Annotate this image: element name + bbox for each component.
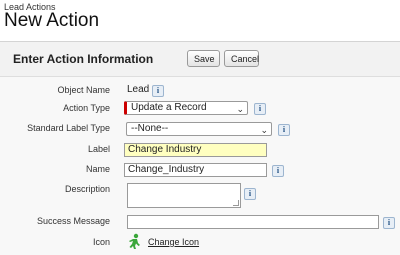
panel-header: Enter Action Information Save Cancel xyxy=(0,42,400,77)
object-name-value: Lead xyxy=(127,84,150,95)
icon-label: Icon xyxy=(92,237,110,247)
success-message-label: Success Message xyxy=(36,216,110,226)
success-message-info-icon[interactable]: i xyxy=(383,217,395,229)
standard-label-type-value: --None-- xyxy=(131,123,169,134)
chevron-down-icon: ⌄ xyxy=(260,125,268,135)
standard-label-type-info-icon[interactable]: i xyxy=(278,124,290,136)
object-name-info-icon[interactable]: i xyxy=(152,85,164,97)
change-icon-link[interactable]: Change Icon xyxy=(148,237,199,247)
description-textarea[interactable] xyxy=(127,183,241,208)
save-button[interactable]: Save xyxy=(187,50,220,67)
action-person-icon xyxy=(129,233,140,249)
label-input[interactable]: Change Industry xyxy=(124,143,267,157)
success-message-input[interactable] xyxy=(127,215,379,229)
cancel-button[interactable]: Cancel xyxy=(224,50,259,67)
description-info-icon[interactable]: i xyxy=(244,188,256,200)
object-name-label: Object Name xyxy=(57,85,110,95)
description-label: Description xyxy=(64,184,110,194)
chevron-down-icon: ⌄ xyxy=(236,104,244,114)
resize-handle[interactable] xyxy=(233,200,239,206)
label-field-label: Label xyxy=(87,144,110,154)
action-type-label: Action Type xyxy=(63,103,110,113)
name-field-label: Name xyxy=(85,164,110,174)
page-title: New Action xyxy=(4,10,100,31)
name-input[interactable]: Change_Industry xyxy=(124,163,267,177)
standard-label-type-label: Standard Label Type xyxy=(27,123,110,133)
action-type-select[interactable]: Update a Record ⌄ xyxy=(124,101,248,115)
action-form-panel: Enter Action Information Save Cancel Obj… xyxy=(0,41,400,255)
name-info-icon[interactable]: i xyxy=(272,165,284,177)
panel-title: Enter Action Information xyxy=(13,52,154,66)
standard-label-type-select[interactable]: --None-- ⌄ xyxy=(126,122,272,136)
action-type-value: Update a Record xyxy=(131,102,207,113)
action-type-info-icon[interactable]: i xyxy=(254,103,266,115)
